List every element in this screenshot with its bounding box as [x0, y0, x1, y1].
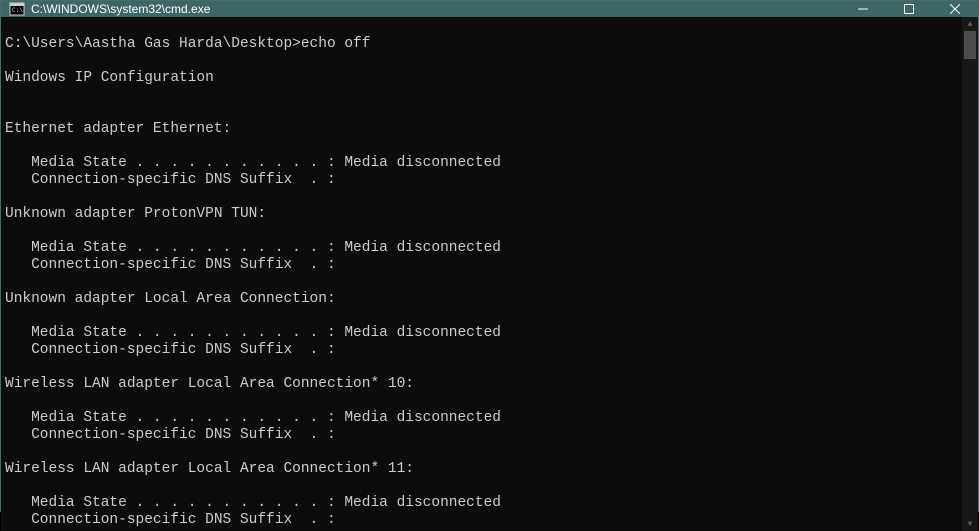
- vertical-scrollbar[interactable]: ▲ ▼: [962, 17, 978, 531]
- cmd-icon: C:\: [9, 1, 25, 17]
- close-icon: [950, 4, 960, 14]
- titlebar[interactable]: C:\ C:\WINDOWS\system32\cmd.exe: [1, 1, 978, 17]
- window-controls: [840, 1, 978, 17]
- minimize-icon: [858, 4, 868, 14]
- close-button[interactable]: [932, 1, 978, 17]
- terminal-area: C:\Users\Aastha Gas Harda\Desktop>echo o…: [1, 17, 978, 531]
- window-title: C:\WINDOWS\system32\cmd.exe: [31, 2, 840, 16]
- cmd-window: C:\ C:\WINDOWS\system32\cmd.exe: [0, 0, 979, 512]
- svg-text:C:\: C:\: [12, 7, 23, 14]
- scrollbar-arrow-up-icon[interactable]: ▲: [962, 17, 978, 31]
- terminal-output[interactable]: C:\Users\Aastha Gas Harda\Desktop>echo o…: [1, 17, 962, 531]
- scrollbar-thumb[interactable]: [964, 31, 976, 59]
- minimize-button[interactable]: [840, 1, 886, 17]
- maximize-button[interactable]: [886, 1, 932, 17]
- scrollbar-arrow-down-icon[interactable]: ▼: [962, 517, 978, 531]
- maximize-icon: [904, 4, 914, 14]
